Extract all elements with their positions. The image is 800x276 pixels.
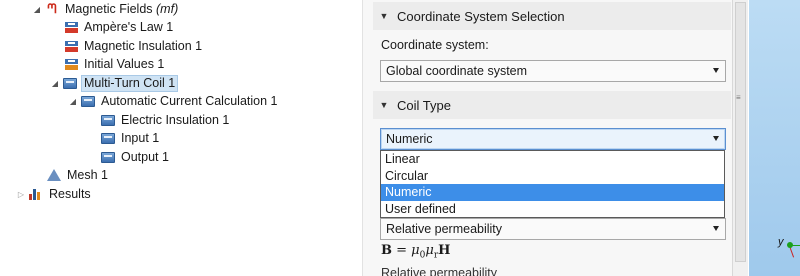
dropdown-arrow-icon <box>713 136 719 141</box>
tree-node-label: Mesh 1 <box>67 167 108 182</box>
section-title: Coordinate System Selection <box>397 8 565 24</box>
section-title: Coil Type <box>397 97 451 113</box>
boundary-feature-icon <box>101 131 115 145</box>
tree-node-output[interactable]: Output 1 <box>101 148 171 166</box>
tree-node-mesh[interactable]: Mesh 1 <box>47 166 110 184</box>
boundary-condition-icon <box>64 20 78 34</box>
tree-node-amperes-law[interactable]: Ampère's Law 1 <box>64 18 175 36</box>
settings-scrollbar[interactable]: ≡ <box>732 0 748 276</box>
tree-node-results[interactable]: ▷ Results <box>16 185 93 203</box>
relative-permeability-label: Relative permeability <box>381 266 498 276</box>
tree-node-label: Ampère's Law 1 <box>84 19 174 34</box>
boundary-condition-icon <box>64 39 78 53</box>
constitutive-relation-select[interactable]: Relative permeability <box>380 218 726 240</box>
dropdown-arrow-icon <box>713 226 719 231</box>
boundary-feature-icon <box>101 150 115 164</box>
coil-type-dropdown-list[interactable]: Linear Circular Numeric User defined <box>380 150 725 218</box>
tree-node-initial-values[interactable]: Initial Values 1 <box>64 55 166 73</box>
section-collapse-icon[interactable]: ▼ <box>373 100 395 110</box>
tree-node-magnetic-insulation[interactable]: Magnetic Insulation 1 <box>64 37 204 55</box>
tree-node-label: Input 1 <box>121 130 160 145</box>
collapse-arrow-icon[interactable]: ◢ <box>68 96 78 106</box>
tree-node-label: Magnetic Fields (mf) <box>65 1 179 16</box>
coil-type-option-numeric[interactable]: Numeric <box>381 184 724 201</box>
section-header-coordinate-system[interactable]: ▼ Coordinate System Selection <box>373 2 731 30</box>
coil-type-value: Numeric <box>386 132 433 146</box>
expand-arrow-icon[interactable]: ▷ <box>16 189 26 199</box>
results-icon <box>29 187 43 201</box>
settings-panel: ▼ Coordinate System Selection Coordinate… <box>362 0 732 276</box>
axis-triad-origin-icon <box>787 242 793 248</box>
mesh-icon <box>47 168 61 182</box>
scrollbar-thumb[interactable] <box>735 2 746 262</box>
domain-feature-icon <box>63 76 77 90</box>
collapse-arrow-icon[interactable]: ◢ <box>32 4 42 14</box>
tree-node-automatic-current-calculation[interactable]: ◢ Automatic Current Calculation 1 <box>68 92 279 110</box>
coordinate-system-select[interactable]: Global coordinate system <box>380 60 726 82</box>
boundary-feature-icon <box>101 113 115 127</box>
tree-node-electric-insulation[interactable]: Electric Insulation 1 <box>101 111 231 129</box>
domain-feature-icon <box>81 94 95 108</box>
tree-node-label: Initial Values 1 <box>84 56 165 71</box>
coil-type-option-user-defined[interactable]: User defined <box>381 201 724 218</box>
section-header-coil-type[interactable]: ▼ Coil Type <box>373 91 731 119</box>
tree-node-label: Output 1 <box>121 149 169 164</box>
axis-label-y: y <box>778 236 784 248</box>
tree-node-input[interactable]: Input 1 <box>101 129 161 147</box>
initial-values-icon <box>64 57 78 71</box>
constitutive-relation-value: Relative permeability <box>386 222 503 236</box>
tree-node-magnetic-fields[interactable]: ◢ ᘉ Magnetic Fields (mf) <box>32 0 180 18</box>
constitutive-equation: B = μ0μrH <box>381 243 451 261</box>
coil-type-option-circular[interactable]: Circular <box>381 168 724 185</box>
tree-node-label: Magnetic Insulation 1 <box>84 38 203 53</box>
coordinate-system-label: Coordinate system: <box>381 38 489 52</box>
tree-node-label: Automatic Current Calculation 1 <box>101 93 278 108</box>
coordinate-system-value: Global coordinate system <box>386 64 528 78</box>
coil-type-select[interactable]: Numeric <box>380 128 726 150</box>
collapse-arrow-icon[interactable]: ◢ <box>50 78 60 88</box>
model-tree: ◢ ᘉ Magnetic Fields (mf) Ampère's Law 1 … <box>0 0 362 276</box>
section-collapse-icon[interactable]: ▼ <box>373 11 395 21</box>
dropdown-arrow-icon <box>713 68 719 73</box>
tree-node-label: Electric Insulation 1 <box>121 112 230 127</box>
coil-type-option-linear[interactable]: Linear <box>381 151 724 168</box>
tree-node-label: Multi-Turn Coil 1 <box>81 74 179 92</box>
scrollbar-grip-icon: ≡ <box>736 93 741 102</box>
tree-node-label: Results <box>49 186 91 201</box>
tree-node-multi-turn-coil[interactable]: ◢ Multi-Turn Coil 1 <box>50 74 179 92</box>
graphics-window[interactable]: y <box>749 0 800 276</box>
magnetic-fields-icon: ᘉ <box>47 1 57 17</box>
